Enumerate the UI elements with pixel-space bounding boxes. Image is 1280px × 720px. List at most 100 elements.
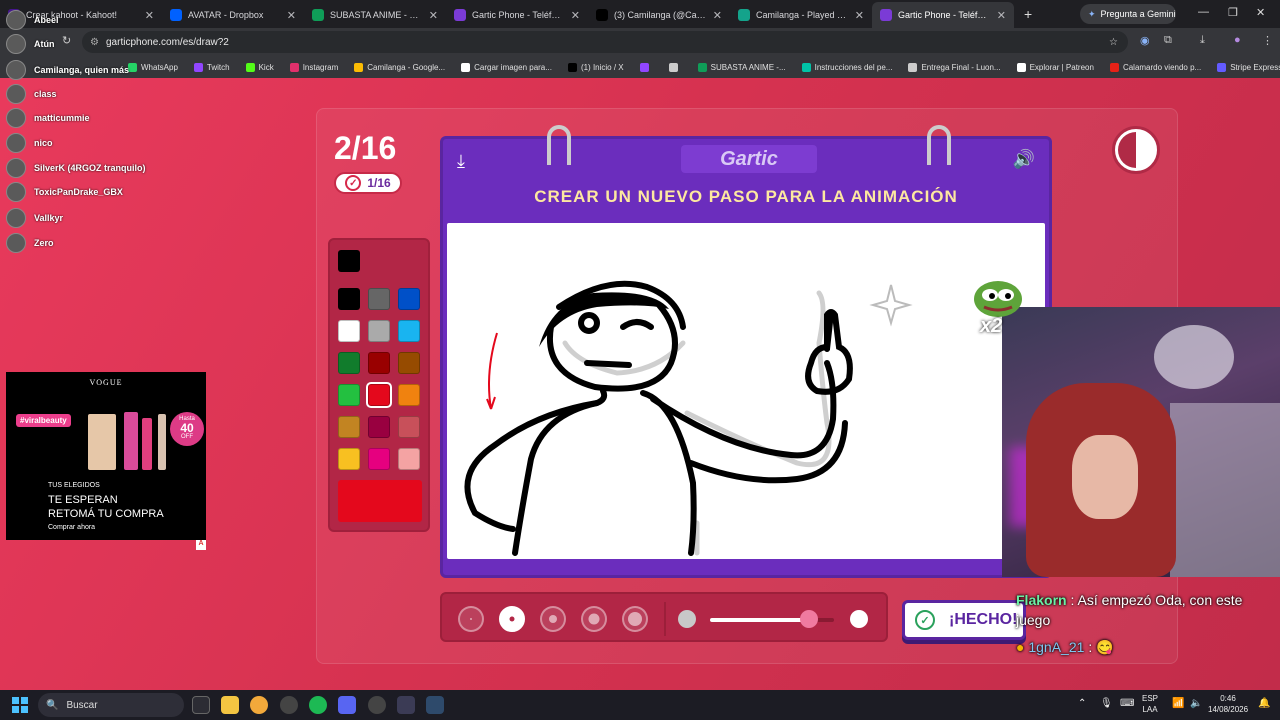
viewer-entry: ToxicPanDrake_GBX <box>6 182 123 202</box>
close-tab-icon[interactable]: ✕ <box>713 9 722 22</box>
browser-tab[interactable]: Gartic Phone - Teléfono De ✕ <box>446 2 588 28</box>
bookmark-item[interactable]: Camilanga - Google... <box>354 62 445 72</box>
color-swatch[interactable] <box>338 250 360 272</box>
brush-size-button[interactable] <box>499 606 525 632</box>
color-swatch[interactable] <box>366 382 392 408</box>
ad-discount-badge: Hasta 40 OFF <box>170 412 204 446</box>
url-input[interactable]: ⚙ garticphone.com/es/draw?2 ☆ <box>82 31 1128 53</box>
discord-icon[interactable] <box>338 696 356 714</box>
bookmark-star-icon[interactable]: ☆ <box>1109 37 1118 48</box>
extension-icon[interactable]: ◉ <box>1140 34 1150 47</box>
extensions-puzzle-icon[interactable]: ⧉ <box>1164 34 1172 47</box>
bookmark-favicon-icon <box>567 62 577 72</box>
brush-size-button[interactable] <box>458 606 484 632</box>
brush-size-button[interactable] <box>581 606 607 632</box>
wifi-icon[interactable]: 📶 <box>1172 698 1184 709</box>
keyboard-icon[interactable]: ⌨ <box>1120 698 1134 709</box>
color-swatch[interactable] <box>368 352 390 374</box>
browser-tab[interactable]: Camilanga - Played Games ✕ <box>730 2 872 28</box>
windows-start-icon[interactable] <box>12 697 28 713</box>
browser-tab[interactable]: Gartic Phone - Teléfono De ✕ <box>872 2 1014 28</box>
site-info-icon[interactable]: ⚙ <box>90 37 99 48</box>
bookmark-item[interactable]: Calamardo viendo p... <box>1109 62 1201 72</box>
color-swatch[interactable] <box>398 384 420 406</box>
color-swatch[interactable] <box>368 416 390 438</box>
color-swatch[interactable] <box>338 416 360 438</box>
color-swatch[interactable] <box>398 352 420 374</box>
brush-size-button[interactable] <box>540 606 566 632</box>
browser-tab[interactable]: (3) Camilanga (@Camilanga) ✕ <box>588 2 730 28</box>
close-tab-icon[interactable]: ✕ <box>145 9 154 22</box>
gemini-button[interactable]: ✦ Pregunta a Gemini <box>1080 4 1176 24</box>
opacity-slider-handle[interactable] <box>800 610 819 628</box>
chat-message: ● 1gnA_21 : 😋 <box>1016 639 1114 655</box>
color-swatch[interactable] <box>398 416 420 438</box>
volume-tray-icon[interactable]: 🔈 <box>1190 698 1202 709</box>
download-icon[interactable]: ⤓ <box>1200 34 1205 47</box>
taskview-icon[interactable] <box>192 696 210 714</box>
close-tab-icon[interactable]: ✕ <box>997 9 1006 22</box>
bookmark-item[interactable] <box>639 62 653 72</box>
microphone-icon[interactable]: 🎙 <box>1100 698 1113 709</box>
bookmark-label: Kick <box>258 62 274 72</box>
language-indicator[interactable]: ESP LAA <box>1142 693 1158 715</box>
drawing-canvas[interactable] <box>447 223 1045 559</box>
minimize-icon[interactable]: — <box>1198 6 1209 18</box>
spotify-icon[interactable] <box>309 696 327 714</box>
clock[interactable]: 0:46 14/08/2026 <box>1208 693 1248 715</box>
brush-size-button[interactable] <box>622 606 648 632</box>
volume-icon[interactable]: 🔊 <box>1013 149 1035 170</box>
check-circle-icon: ✓ <box>915 610 935 630</box>
obs-icon[interactable] <box>397 696 415 714</box>
color-swatch[interactable] <box>368 288 390 310</box>
close-tab-icon[interactable]: ✕ <box>855 9 864 22</box>
new-tab-icon[interactable]: + <box>1024 6 1032 22</box>
bookmark-item[interactable]: Cargar imagen para... <box>461 62 552 72</box>
close-tab-icon[interactable]: ✕ <box>429 9 438 22</box>
bookmark-item[interactable]: Explorar | Patreon <box>1016 62 1094 72</box>
bookmark-item[interactable]: WhatsApp <box>128 62 178 72</box>
color-swatch[interactable] <box>338 352 360 374</box>
color-swatch[interactable] <box>398 448 420 470</box>
close-window-icon[interactable]: ✕ <box>1256 6 1265 19</box>
color-swatch[interactable] <box>338 288 360 310</box>
bookmark-item[interactable]: Stripe Express <box>1217 62 1280 72</box>
bookmark-item[interactable]: SUBASTA ANIME -... <box>697 62 786 72</box>
color-swatch[interactable] <box>398 288 420 310</box>
bookmark-item[interactable]: Instrucciones del pe... <box>801 62 892 72</box>
advertisement[interactable]: VOGUE #viralbeauty Hasta 40 OFF TUS ELEG… <box>6 372 206 550</box>
reload-icon[interactable]: ↻ <box>62 34 71 47</box>
close-tab-icon[interactable]: ✕ <box>287 9 296 22</box>
color-swatch[interactable] <box>368 448 390 470</box>
app-icon[interactable] <box>426 696 444 714</box>
bookmark-item[interactable]: Kick <box>245 62 274 72</box>
notification-icon[interactable]: 🔔 <box>1258 698 1270 709</box>
browser-tab[interactable]: AVATAR - Dropbox ✕ <box>162 2 304 28</box>
drawing <box>464 280 913 556</box>
color-swatch[interactable] <box>338 384 360 406</box>
profile-icon[interactable]: ● <box>1234 34 1241 46</box>
bookmark-item[interactable]: (1) Inicio / X <box>567 62 624 72</box>
download-drawing-icon[interactable]: ⤓ <box>457 151 465 172</box>
color-swatch[interactable] <box>368 320 390 342</box>
taskbar-search[interactable]: 🔍 Buscar <box>38 693 184 717</box>
ad-choices-icon[interactable]: A <box>196 540 206 550</box>
color-swatch[interactable] <box>338 320 360 342</box>
chrome-icon[interactable] <box>250 696 268 714</box>
app-icon[interactable] <box>368 696 386 714</box>
bookmark-item[interactable]: Twitch <box>193 62 230 72</box>
menu-icon[interactable]: ⋮ <box>1262 34 1273 47</box>
maximize-icon[interactable]: ❐ <box>1228 6 1238 19</box>
browser-tab[interactable]: SUBASTA ANIME - Hojas de cálculo ✕ <box>304 2 446 28</box>
tray-expand-icon[interactable]: ⌃ <box>1078 698 1086 709</box>
done-button[interactable]: ✓ ¡HECHO! <box>902 600 1026 640</box>
bookmark-item[interactable]: Entrega Final - Luon... <box>908 62 1001 72</box>
bookmark-item[interactable] <box>668 62 682 72</box>
bookmark-item[interactable]: Instagram <box>289 62 338 72</box>
color-swatch[interactable] <box>338 448 360 470</box>
settings-icon[interactable] <box>280 696 298 714</box>
close-tab-icon[interactable]: ✕ <box>571 9 580 22</box>
file-explorer-icon[interactable] <box>221 696 239 714</box>
timer-icon <box>1112 126 1160 174</box>
color-swatch[interactable] <box>398 320 420 342</box>
